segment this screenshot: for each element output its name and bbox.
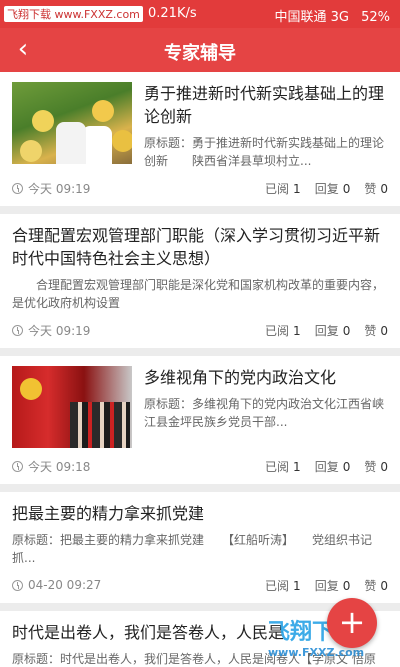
- like-count: 赞0: [364, 459, 388, 474]
- article-summary: 原标题：多维视角下的党内政治文化江西省峡江县金坪民族乡党员干部...: [144, 397, 385, 429]
- like-count: 赞0: [364, 323, 388, 338]
- page-title: 专家辅导: [164, 43, 236, 64]
- carrier-label: 中国联通 3G: [274, 10, 349, 25]
- read-count: 已阅 1: [265, 578, 301, 593]
- article-card[interactable]: 把最主要的精力拿来抓党建 原标题：把最主要的精力拿来抓党建 【红船听涛】 党组织…: [0, 492, 400, 603]
- article-meta: 今天 09:19 已阅 1 回复 0 赞0: [12, 180, 388, 196]
- status-right: 中国联通 3G 52%: [266, 6, 390, 25]
- article-card[interactable]: 多维视角下的党内政治文化 原标题：多维视角下的党内政治文化江西省峡江县金坪民族乡…: [0, 356, 400, 484]
- plus-icon: +: [338, 603, 366, 641]
- like-count: 赞0: [364, 578, 388, 593]
- reply-count: 回复 0: [314, 459, 351, 474]
- article-meta: 今天 09:18 已阅 1 回复 0 赞0: [12, 458, 388, 474]
- clock-icon: [12, 324, 23, 336]
- article-time: 今天 09:18: [28, 459, 91, 474]
- read-count: 已阅 1: [265, 459, 301, 474]
- reply-count: 回复 0: [314, 323, 351, 338]
- article-summary: 原标题：勇于推进新时代新实践基础上的理论创新 陕西省洋县草坝村立...: [144, 136, 385, 168]
- article-summary: 合理配置宏观管理部门职能是深化党和国家机构改革的重要内容，是优化政府机构设置: [12, 278, 385, 310]
- article-title: 勇于推进新时代新实践基础上的理论创新: [144, 84, 385, 126]
- read-count: 已阅 1: [265, 323, 301, 338]
- clock-icon: [12, 182, 23, 194]
- article-title: 合理配置宏观管理部门职能（深入学习贯彻习近平新时代中国特色社会主义思想）: [12, 226, 381, 268]
- like-count: 赞0: [364, 181, 388, 196]
- article-time: 04-20 09:27: [28, 578, 102, 592]
- status-watermark: 飞翔下载 www.FXXZ.com: [4, 6, 143, 22]
- reply-count: 回复 0: [314, 181, 351, 196]
- article-title: 多维视角下的党内政治文化: [144, 368, 337, 387]
- clock-icon: [12, 460, 23, 472]
- article-time: 今天 09:19: [28, 181, 91, 196]
- app-header: ‹ 专家辅导: [0, 28, 400, 72]
- article-summary: 原标题：把最主要的精力拿来抓党建 【红船听涛】 党组织书记抓...: [12, 533, 373, 565]
- article-meta: 04-20 09:27 已阅 1 回复 0 赞0: [12, 577, 388, 593]
- network-speed: 0.21K/s: [148, 6, 197, 21]
- read-count: 已阅 1: [265, 181, 301, 196]
- reply-count: 回复 0: [314, 578, 351, 593]
- add-post-button[interactable]: +: [327, 598, 377, 648]
- clock-icon: [12, 579, 23, 591]
- article-feed[interactable]: 勇于推进新时代新实践基础上的理论创新 原标题：勇于推进新时代新实践基础上的理论创…: [0, 72, 400, 667]
- battery-level: 52%: [361, 10, 390, 25]
- article-thumbnail: [12, 82, 132, 164]
- status-bar: 飞翔下载 www.FXXZ.com 0.21K/s 中国联通 3G 52%: [0, 0, 400, 28]
- article-card[interactable]: 合理配置宏观管理部门职能（深入学习贯彻习近平新时代中国特色社会主义思想） 合理配…: [0, 214, 400, 348]
- article-card[interactable]: 勇于推进新时代新实践基础上的理论创新 原标题：勇于推进新时代新实践基础上的理论创…: [0, 72, 400, 206]
- article-meta: 今天 09:19 已阅 1 回复 0 赞0: [12, 322, 388, 338]
- article-thumbnail: [12, 366, 132, 448]
- article-time: 今天 09:19: [28, 323, 91, 338]
- watermark-url: www.FXXZ.com: [268, 646, 365, 659]
- article-title: 把最主要的精力拿来抓党建: [12, 504, 205, 523]
